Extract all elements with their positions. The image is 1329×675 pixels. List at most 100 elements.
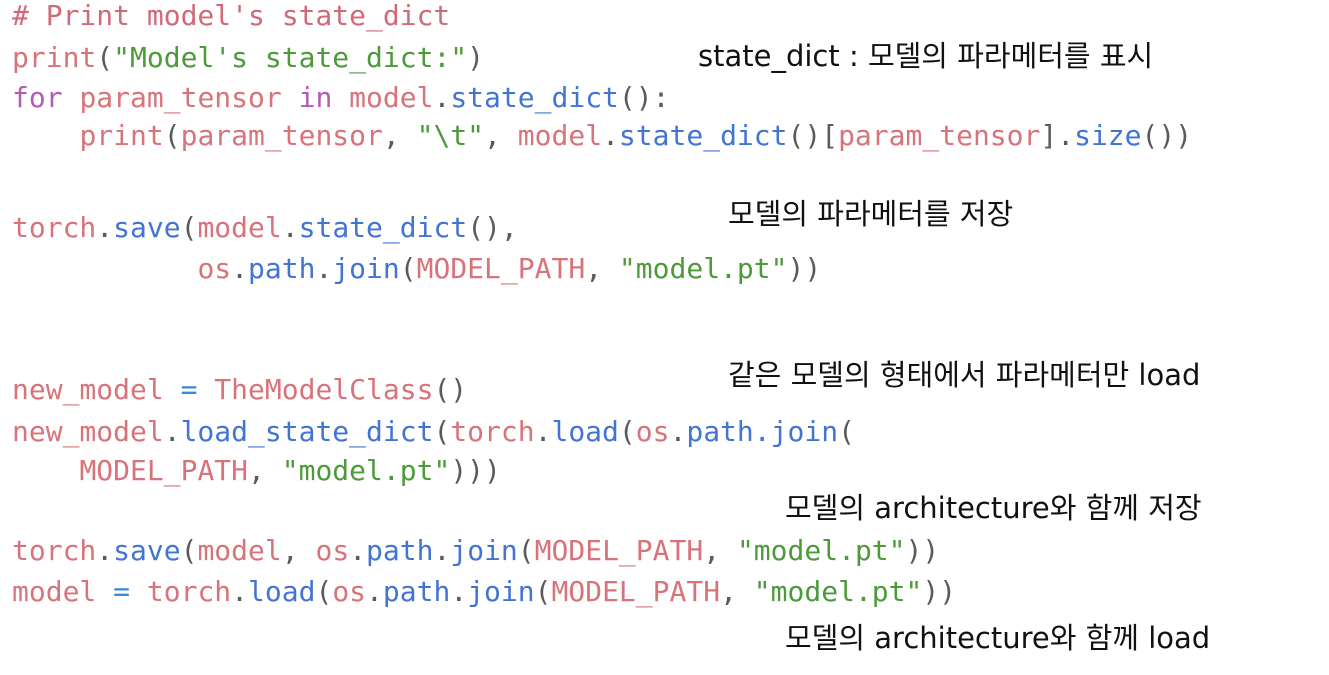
code-token: ( bbox=[534, 575, 552, 608]
code-token: )) bbox=[922, 575, 957, 608]
code-token: , bbox=[281, 534, 316, 567]
code-line: print("Model's state_dict:") bbox=[12, 42, 484, 74]
code-token: , bbox=[703, 534, 737, 567]
code-token: join bbox=[450, 534, 518, 567]
code-token: ( bbox=[399, 252, 417, 285]
code-token: os bbox=[315, 534, 350, 567]
code-token: )) bbox=[905, 534, 940, 567]
annotation-load-params: 같은 모델의 형태에서 파라메터만 load bbox=[728, 358, 1201, 392]
code-token: load_state_dict bbox=[180, 415, 434, 448]
code-token: MODEL_PATH bbox=[551, 575, 721, 608]
code-token: . bbox=[450, 575, 468, 608]
code-token: torch bbox=[12, 534, 97, 567]
code-token: new_model bbox=[12, 373, 164, 406]
code-token: MODEL_PATH bbox=[416, 252, 586, 285]
code-token: print bbox=[12, 41, 97, 74]
code-token: torch bbox=[450, 415, 535, 448]
code-token: "model.pt" bbox=[618, 252, 788, 285]
code-token: ( bbox=[163, 119, 181, 152]
code-line: os.path.join(MODEL_PATH, "model.pt")) bbox=[12, 253, 821, 285]
code-token: ( bbox=[180, 211, 198, 244]
code-token: "Model's state_dict:" bbox=[113, 41, 468, 74]
code-token: . bbox=[315, 252, 333, 285]
code-token: load bbox=[248, 575, 316, 608]
code-token: . bbox=[231, 252, 249, 285]
code-token: ( bbox=[180, 534, 198, 567]
code-token: (), bbox=[467, 211, 518, 244]
code-token: model bbox=[197, 534, 282, 567]
code-token: ]. bbox=[1040, 119, 1075, 152]
code-token: ()[ bbox=[787, 119, 839, 152]
code-token: model bbox=[197, 211, 282, 244]
code-token: param_tensor bbox=[838, 119, 1041, 152]
code-line: torch.save(model.state_dict(), bbox=[12, 212, 518, 244]
code-line: torch.save(model, os.path.join(MODEL_PAT… bbox=[12, 535, 939, 567]
code-token: , bbox=[382, 119, 417, 152]
code-line: # Print model's state_dict bbox=[12, 0, 450, 32]
code-line: new_model = TheModelClass() bbox=[12, 374, 467, 406]
code-token: "model.pt" bbox=[753, 575, 923, 608]
code-token: ))) bbox=[450, 454, 501, 487]
code-token: state_dict bbox=[618, 119, 788, 152]
code-token: model bbox=[12, 575, 97, 608]
code-token: torch bbox=[146, 575, 232, 608]
code-token: state_dict bbox=[450, 81, 619, 114]
code-line: new_model.load_state_dict(torch.load(os.… bbox=[12, 416, 855, 448]
code-token: load bbox=[551, 415, 619, 448]
code-token: , bbox=[585, 252, 619, 285]
code-token: TheModelClass bbox=[214, 373, 434, 406]
code-line: model = torch.load(os.path.join(MODEL_PA… bbox=[12, 576, 956, 608]
code-token: join bbox=[467, 575, 535, 608]
code-token: , bbox=[248, 454, 282, 487]
code-token: path bbox=[366, 534, 434, 567]
code-token: ( bbox=[315, 575, 333, 608]
code-token: save bbox=[113, 211, 181, 244]
code-token: . bbox=[349, 534, 367, 567]
code-token: model bbox=[517, 119, 603, 152]
code-token: . bbox=[433, 81, 451, 114]
code-token: . bbox=[96, 534, 114, 567]
annotation-save-with-architecture: 모델의 architecture와 함께 저장 bbox=[785, 491, 1202, 525]
code-token: state_dict bbox=[298, 211, 468, 244]
code-token: path.join bbox=[686, 415, 839, 448]
code-token: = bbox=[96, 575, 147, 608]
code-token: param_tensor bbox=[79, 81, 282, 114]
annotation-state-dict-display: state_dict : 모델의 파라메터를 표시 bbox=[698, 39, 1154, 73]
code-token: . bbox=[534, 415, 552, 448]
code-token: (): bbox=[618, 81, 670, 114]
code-token: )) bbox=[787, 252, 822, 285]
code-token: . bbox=[96, 211, 114, 244]
code-token: MODEL_PATH bbox=[534, 534, 704, 567]
code-token: path bbox=[382, 575, 451, 608]
code-token: "model.pt" bbox=[736, 534, 906, 567]
code-token: join bbox=[332, 252, 400, 285]
code-token: ( bbox=[618, 415, 636, 448]
code-token: save bbox=[113, 534, 181, 567]
code-token: print bbox=[79, 119, 164, 152]
code-token: os bbox=[332, 575, 367, 608]
code-token: . bbox=[231, 575, 249, 608]
code-token: ( bbox=[517, 534, 535, 567]
code-token: , bbox=[484, 119, 518, 152]
code-line: MODEL_PATH, "model.pt"))) bbox=[12, 454, 501, 487]
code-token: ()) bbox=[1141, 119, 1193, 152]
code-token: MODEL_PATH bbox=[79, 454, 249, 487]
code-line: print(param_tensor, "\t", model.state_di… bbox=[12, 120, 1192, 152]
code-token: ) bbox=[467, 41, 485, 74]
code-token: param_tensor bbox=[180, 119, 383, 152]
annotation-save-params: 모델의 파라메터를 저장 bbox=[728, 197, 1014, 231]
code-token: . bbox=[669, 415, 687, 448]
code-token: os bbox=[635, 415, 670, 448]
code-token: . bbox=[163, 415, 181, 448]
code-token: os bbox=[197, 252, 232, 285]
code-token: size bbox=[1074, 119, 1142, 152]
code-token: torch bbox=[12, 211, 97, 244]
code-token: ( bbox=[838, 415, 855, 448]
code-token: . bbox=[281, 211, 299, 244]
code-token: # Print model's state_dict bbox=[12, 0, 451, 32]
code-token: ( bbox=[433, 415, 451, 448]
code-token: . bbox=[366, 575, 383, 608]
